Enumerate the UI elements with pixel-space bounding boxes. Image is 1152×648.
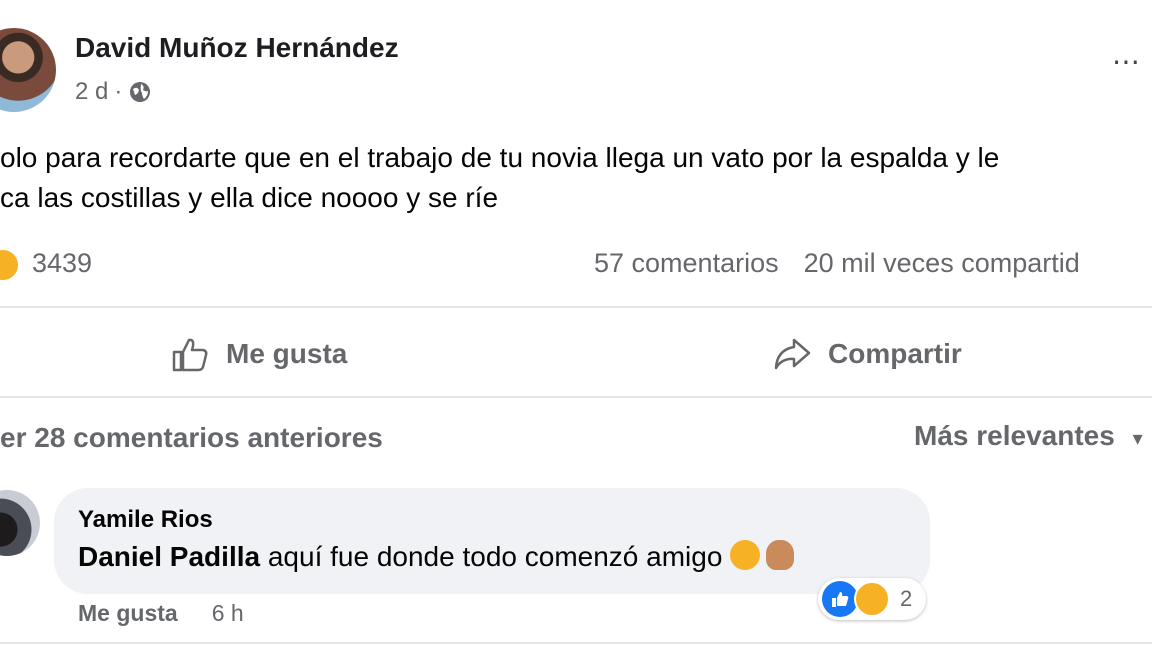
- shares-count[interactable]: 20 mil veces compartid: [804, 248, 1080, 278]
- comment-time[interactable]: 6 h: [212, 600, 244, 627]
- divider: [0, 396, 1152, 398]
- post-text-line-2: ca las costillas y ella dice noooo y se …: [0, 182, 499, 213]
- divider: [0, 642, 1152, 644]
- post-text: olo para recordarte que en el trabajo de…: [0, 138, 999, 218]
- comment-text: Daniel Padilla aquí fue donde todo comen…: [78, 540, 795, 573]
- comment-author[interactable]: Yamile Rios: [78, 506, 213, 534]
- meta-separator: ·: [114, 78, 123, 105]
- like-reaction-icon: [822, 581, 858, 617]
- comment-mention[interactable]: Daniel Padilla: [78, 541, 260, 572]
- laughing-emoji-icon: [730, 540, 761, 570]
- post-meta: 2 d ·: [75, 78, 152, 106]
- more-options-icon[interactable]: ⋯: [1112, 48, 1152, 80]
- sort-comments-dropdown[interactable]: Más relevantes ▾: [914, 420, 1143, 452]
- chevron-down-icon: ▾: [1132, 428, 1143, 450]
- author-avatar[interactable]: [0, 28, 56, 112]
- comment-actions: Me gusta 6 h: [78, 600, 244, 627]
- commenter-avatar[interactable]: [0, 490, 40, 556]
- like-button[interactable]: Me gusta: [170, 334, 347, 374]
- haha-reaction-icon: [854, 581, 890, 617]
- post-stats: 57 comentarios 20 mil veces compartid: [594, 248, 1080, 279]
- post-time[interactable]: 2 d: [75, 78, 108, 106]
- globe-icon: [130, 82, 151, 102]
- post-text-line-1: olo para recordarte que en el trabajo de…: [0, 142, 1000, 173]
- comments-count[interactable]: 57 comentarios: [594, 248, 779, 278]
- reactions-count[interactable]: 3439: [32, 248, 92, 279]
- sort-label: Más relevantes: [914, 420, 1115, 451]
- share-button[interactable]: Compartir: [772, 334, 962, 374]
- comment-reactions[interactable]: 2: [818, 578, 926, 620]
- post-author-name[interactable]: David Muñoz Hernández: [75, 32, 399, 64]
- like-label: Me gusta: [226, 338, 348, 369]
- share-label: Compartir: [828, 338, 962, 369]
- comment-like-button[interactable]: Me gusta: [78, 600, 178, 627]
- share-icon: [774, 338, 811, 370]
- thumbs-up-icon: [172, 338, 208, 372]
- divider: [0, 306, 1152, 308]
- woman-shrugging-emoji-icon: [766, 540, 795, 570]
- view-previous-comments[interactable]: er 28 comentarios anteriores: [0, 422, 383, 454]
- comment-body: aquí fue donde todo comenzó amigo: [260, 541, 723, 572]
- comment-reaction-count: 2: [900, 586, 913, 611]
- haha-reaction-icon[interactable]: [0, 248, 20, 282]
